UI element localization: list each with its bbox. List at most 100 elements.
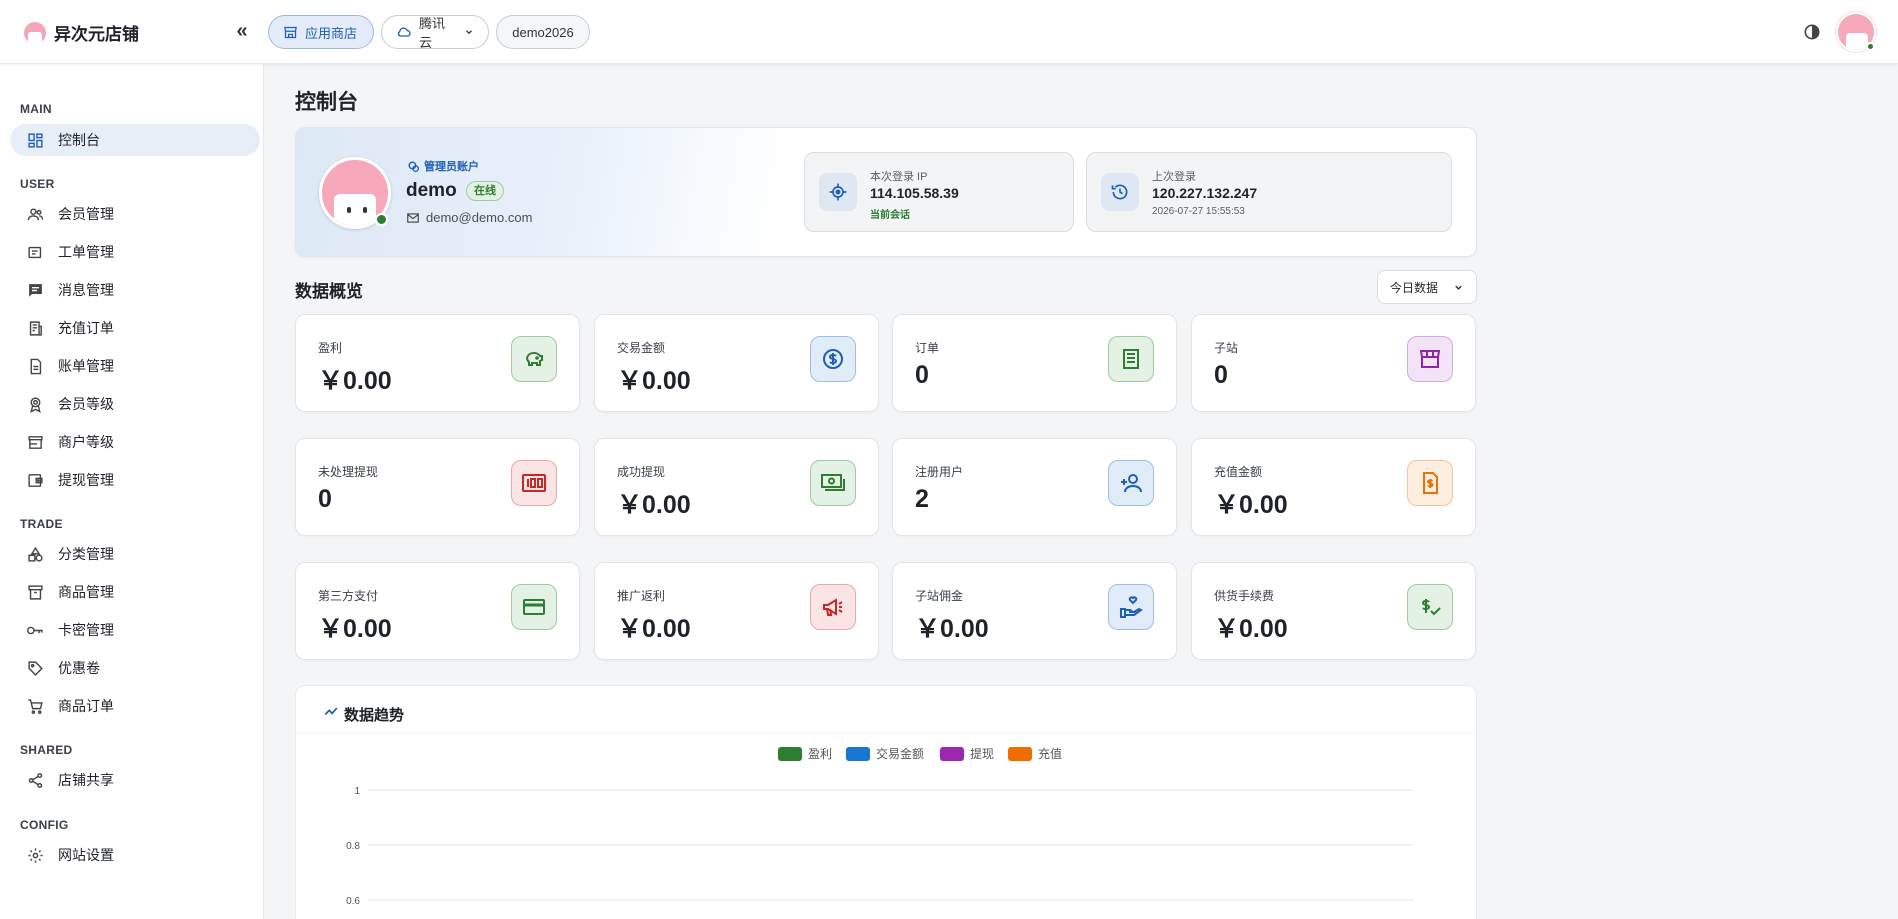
invoice-dollar-icon (1407, 460, 1453, 506)
stat-card-orders[interactable]: 订单 0 (892, 314, 1177, 412)
online-status-dot (1866, 42, 1875, 51)
y-tick-label: 0.6 (346, 896, 360, 907)
sidebar-item-label: 充值订单 (58, 320, 114, 336)
profile-card: 管理员账户 demo 在线 demo@demo.com 本次登录 IP 114.… (295, 127, 1477, 257)
stat-label: 供货手续费 (1214, 589, 1275, 603)
sidebar-item-recharge-orders[interactable]: 充值订单 (10, 312, 260, 344)
sidebar-item-label: 提现管理 (58, 472, 114, 488)
sidebar-item-label: 优惠卷 (58, 660, 100, 676)
receipt-icon (1108, 336, 1154, 382)
legend-item[interactable]: 交易金额 (846, 746, 924, 761)
brand-logo (24, 21, 46, 44)
stat-card-recharge-amount[interactable]: 充值金额 ￥0.00 (1191, 438, 1476, 536)
stat-card-pending-withdrawals[interactable]: 未处理提现 0 (295, 438, 580, 536)
last-login-ip: 120.227.132.247 (1152, 185, 1258, 201)
current-login-label: 本次登录 IP (870, 171, 928, 183)
trend-chart: 盈利 交易金额 提现 充值 1 0.8 0.6 (346, 746, 1414, 907)
profile-email: demo@demo.com (406, 210, 532, 225)
legend-item[interactable]: 盈利 (778, 747, 832, 761)
page-title: 控制台 (295, 91, 358, 114)
stat-label: 充值金额 (1214, 465, 1263, 479)
sidebar-section-config: CONFIG (20, 818, 69, 832)
trend-header: 数据趋势 (296, 686, 1476, 732)
stat-card-successful-withdrawals[interactable]: 成功提现 ￥0.00 (594, 438, 879, 536)
cloud-label: 腾讯云 (419, 16, 446, 50)
theme-toggle-icon[interactable] (1802, 22, 1822, 42)
sidebar-item-card-keys[interactable]: 卡密管理 (10, 614, 260, 646)
stat-value: ￥0.00 (1214, 491, 1288, 519)
trend-title: 数据趋势 (344, 707, 405, 724)
sidebar-item-label: 消息管理 (58, 282, 114, 298)
collapse-sidebar-icon[interactable]: « (230, 20, 254, 44)
sidebar-item-site-settings[interactable]: 网站设置 (10, 839, 260, 871)
stat-card-registered-users[interactable]: 注册用户 2 (892, 438, 1177, 536)
sidebar-item-label: 会员等级 (58, 396, 114, 412)
legend-swatch (778, 747, 802, 761)
sidebar-item-members[interactable]: 会员管理 (10, 198, 260, 230)
dashboard-icon (26, 131, 44, 149)
sidebar-item-categories[interactable]: 分类管理 (10, 538, 260, 570)
sidebar-item-label: 卡密管理 (58, 622, 114, 638)
sidebar-item-label: 商品管理 (58, 584, 114, 600)
stat-card-profit[interactable]: 盈利 ￥0.00 (295, 314, 580, 412)
legend-swatch (846, 747, 870, 761)
stat-label: 成功提现 (617, 465, 666, 479)
app-store-button[interactable]: 应用商店 (268, 15, 374, 49)
sidebar-item-tickets[interactable]: 工单管理 (10, 236, 260, 268)
stat-card-referral-rebate[interactable]: 推广返利 ￥0.00 (594, 562, 879, 660)
cash-icon (810, 460, 856, 506)
trending-up-icon (324, 707, 338, 716)
admin-tag: 管理员账户 (407, 158, 479, 174)
sidebar-item-label: 控制台 (58, 132, 100, 148)
last-login-time: 2026-07-27 15:55:53 (1152, 206, 1245, 217)
online-status-dot (375, 213, 388, 226)
sidebar-item-label: 店铺共享 (58, 772, 114, 788)
stat-card-substations[interactable]: 子站 0 (1191, 314, 1476, 412)
sidebar-item-label: 会员管理 (58, 206, 114, 222)
sidebar-item-store-share[interactable]: 店铺共享 (10, 764, 260, 796)
stat-value: 2 (915, 485, 929, 513)
sidebar: MAIN 控制台 USER 会员管理 工单管理 消息管理 充值订单 账单管理 会… (0, 64, 264, 919)
overview-title: 数据概览 (295, 282, 363, 301)
sidebar-item-dashboard[interactable]: 控制台 (10, 124, 260, 156)
sidebar-item-products[interactable]: 商品管理 (10, 576, 260, 608)
stat-card-transaction[interactable]: 交易金额 ￥0.00 (594, 314, 879, 412)
demo-chip[interactable]: demo2026 (496, 15, 590, 49)
current-session-label: 当前会话 (870, 210, 910, 221)
sidebar-item-merchant-levels[interactable]: 商户等级 (10, 426, 260, 458)
stat-card-third-party-payment[interactable]: 第三方支付 ￥0.00 (295, 562, 580, 660)
sidebar-section-trade: TRADE (20, 517, 63, 531)
sidebar-item-coupons[interactable]: 优惠卷 (10, 652, 260, 684)
range-select-value: 今日数据 (1390, 280, 1439, 295)
ticket-icon (26, 243, 44, 261)
sidebar-item-bills[interactable]: 账单管理 (10, 350, 260, 382)
sidebar-item-messages[interactable]: 消息管理 (10, 274, 260, 306)
legend-item[interactable]: 充值 (1008, 746, 1062, 761)
legend-swatch (940, 747, 964, 761)
message-icon (26, 281, 44, 299)
mail-icon (407, 212, 419, 223)
legend-swatch (1008, 747, 1032, 761)
brand[interactable]: 异次元店铺 (24, 20, 139, 45)
storefront-icon (1407, 336, 1453, 382)
stat-card-substation-commission[interactable]: 子站佣金 ￥0.00 (892, 562, 1177, 660)
stat-value: ￥0.00 (915, 615, 989, 643)
profile-name: demo (406, 180, 457, 201)
cart-icon (26, 697, 44, 715)
sidebar-item-product-orders[interactable]: 商品订单 (10, 690, 260, 722)
sidebar-item-withdrawals[interactable]: 提现管理 (10, 464, 260, 496)
chevron-down-icon (466, 30, 472, 35)
range-select[interactable]: 今日数据 (1377, 270, 1477, 304)
y-tick-label: 0.8 (346, 841, 360, 852)
stat-label: 子站佣金 (915, 589, 964, 603)
stat-label: 第三方支付 (318, 589, 379, 603)
legend-item[interactable]: 提现 (940, 746, 994, 761)
stat-value: 0 (1214, 361, 1228, 389)
cloud-select[interactable]: 腾讯云 (381, 15, 489, 50)
user-add-icon (1108, 460, 1154, 506)
sidebar-item-member-levels[interactable]: 会员等级 (10, 388, 260, 420)
stat-label: 盈利 (318, 341, 343, 355)
stat-card-supply-fee[interactable]: 供货手续费 ￥0.00 (1191, 562, 1476, 660)
sidebar-item-label: 分类管理 (58, 546, 114, 562)
last-login-box: 上次登录 120.227.132.247 2026-07-27 15:55:53 (1086, 152, 1452, 232)
